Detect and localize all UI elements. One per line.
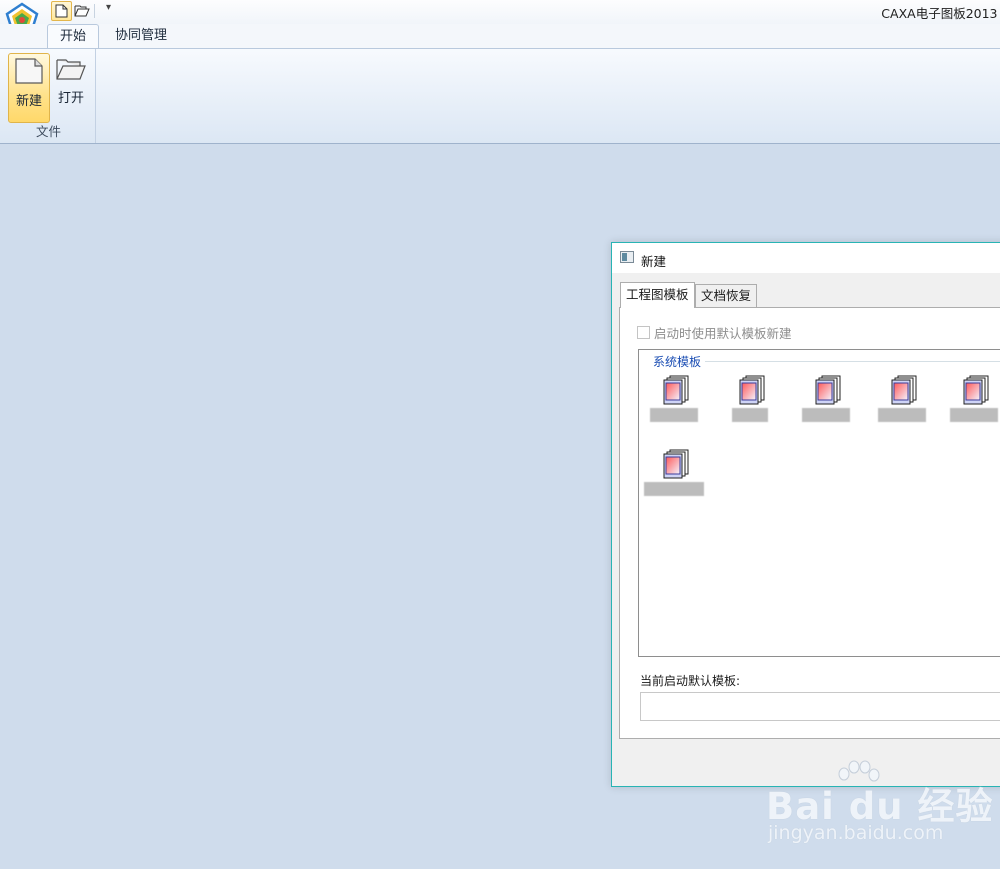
dialog-window-icon (620, 251, 634, 263)
use-default-template-option[interactable]: 启动时使用默认模板新建 (637, 323, 792, 342)
qat-separator (94, 4, 95, 18)
template-name (878, 408, 926, 422)
new-document-dialog: 新建 工程图模板 文档恢复 启动时使用默认模板新建 系统模板 当前启动默认模板: (611, 242, 1000, 787)
open-folder-icon (74, 5, 90, 16)
new-document-icon (15, 58, 43, 84)
template-file-icon (663, 449, 689, 479)
template-file-icon (739, 375, 765, 405)
template-name (802, 408, 850, 422)
template-file-icon (815, 375, 841, 405)
template-item[interactable] (644, 448, 704, 506)
template-file-icon (963, 375, 989, 405)
watermark-url: jingyan.baidu.com (768, 822, 944, 844)
template-item[interactable] (944, 374, 1000, 432)
system-templates-title: 系统模板 (649, 353, 706, 370)
baidu-jingyan-watermark: Bai du 经验 jingyan.baidu.com (760, 760, 1000, 850)
current-default-template-field[interactable] (640, 692, 1000, 721)
template-file-icon (663, 375, 689, 405)
tab-collaboration[interactable]: 协同管理 (106, 24, 176, 48)
template-item[interactable] (872, 374, 932, 432)
title-bar: ▾ CAXA电子图板2013 - (0, 0, 1000, 35)
dialog-title-bar[interactable]: 新建 (612, 243, 1000, 273)
template-item[interactable] (644, 374, 704, 432)
qat-new-button[interactable] (51, 1, 72, 21)
tab-drawing-templates[interactable]: 工程图模板 (620, 282, 695, 308)
template-item[interactable] (720, 374, 780, 432)
tab-document-recovery[interactable]: 文档恢复 (695, 284, 758, 307)
templates-tab-panel: 启动时使用默认模板新建 系统模板 当前启动默认模板: (619, 307, 1000, 739)
template-item[interactable] (796, 374, 856, 432)
tab-start[interactable]: 开始 (47, 24, 99, 49)
window-title: CAXA电子图板2013 - (881, 6, 1000, 21)
template-file-icon (891, 375, 917, 405)
new-button[interactable]: 新建 (8, 53, 50, 123)
current-default-template-label: 当前启动默认模板: (640, 674, 741, 688)
ribbon-group-label: 文件 (35, 124, 61, 139)
open-button-label: 打开 (57, 91, 84, 106)
use-default-template-checkbox[interactable] (637, 326, 650, 339)
system-templates-group: 系统模板 (638, 349, 1000, 657)
template-name (650, 408, 698, 422)
template-name (732, 408, 768, 422)
template-name (950, 408, 998, 422)
open-folder-icon (56, 59, 86, 80)
use-default-template-label: 启动时使用默认模板新建 (654, 326, 792, 341)
new-button-label: 新建 (15, 94, 42, 109)
open-button[interactable]: 打开 (51, 53, 91, 121)
qat-customize-dropdown[interactable]: ▾ (106, 2, 111, 13)
new-file-icon (55, 4, 68, 18)
ribbon-panel: 新建 打开 文件 (0, 48, 1000, 144)
dialog-title: 新建 (641, 254, 667, 269)
ribbon-group-file: 新建 打开 文件 (2, 49, 96, 143)
ribbon-tab-strip: 开始 协同管理 (0, 24, 1000, 49)
qat-open-button[interactable] (72, 1, 91, 19)
template-name (644, 482, 704, 496)
